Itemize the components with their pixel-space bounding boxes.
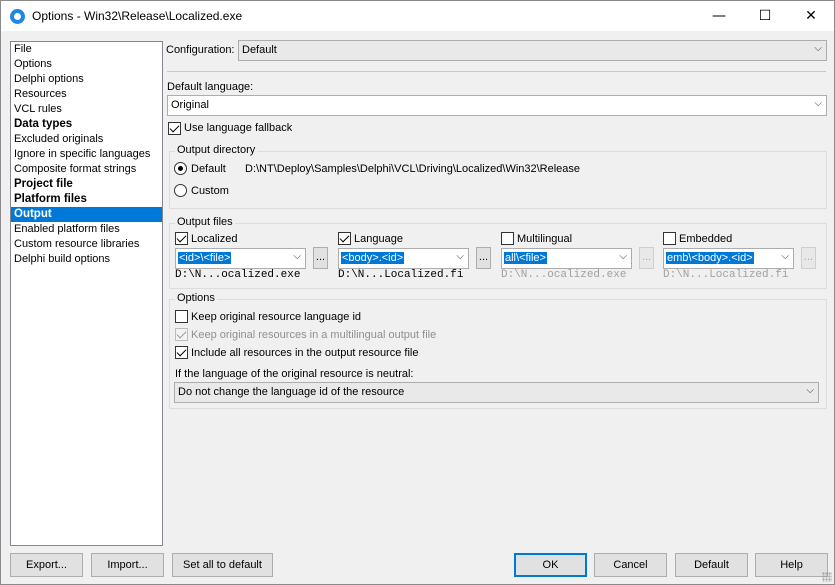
output-directory-title: Output directory bbox=[175, 144, 258, 156]
app-icon bbox=[10, 9, 25, 24]
chevron-down-icon: ⌵ bbox=[814, 98, 822, 109]
neutral-language-select[interactable]: Do not change the language id of the res… bbox=[174, 382, 819, 403]
options-dialog: Options - Win32\Release\Localized.exe — … bbox=[0, 0, 835, 585]
multilingual-output-path: D:\N...ocalized.exe bbox=[501, 269, 627, 281]
embedded-checkbox[interactable] bbox=[663, 232, 676, 245]
language-checkbox[interactable] bbox=[338, 232, 351, 245]
multilingual-pattern-select[interactable]: all\<file> ⌵ bbox=[501, 248, 632, 269]
nav-item-vcl-rules[interactable]: VCL rules bbox=[11, 102, 162, 117]
configuration-select[interactable]: Default ⌵ bbox=[238, 40, 827, 61]
keep-language-id-label: Keep original resource language id bbox=[191, 311, 362, 323]
multilingual-pattern-value: all\<file> bbox=[504, 252, 547, 264]
nav-item-delphi-build-options[interactable]: Delphi build options bbox=[11, 252, 162, 267]
chevron-down-icon: ⌵ bbox=[293, 251, 301, 262]
options-category-list[interactable]: File Options Delphi options Resources VCL ru… bbox=[10, 41, 163, 546]
localized-output-path: D:\N...ocalized.exe bbox=[175, 269, 301, 281]
default-language-select[interactable]: Original ⌵ bbox=[167, 95, 827, 116]
chevron-down-icon: ⌵ bbox=[814, 43, 822, 54]
nav-item-excluded-originals[interactable]: Excluded originals bbox=[11, 132, 162, 147]
neutral-language-value: Do not change the language id of the res… bbox=[178, 386, 405, 398]
language-output-path: D:\N...Localized.fi bbox=[338, 269, 464, 281]
language-browse-button[interactable]: ... bbox=[476, 247, 491, 269]
multilingual-label: Multilingual bbox=[517, 233, 573, 245]
custom-directory-label: Custom bbox=[191, 185, 229, 197]
custom-directory-radio[interactable] bbox=[174, 184, 187, 197]
output-files-title: Output files bbox=[175, 216, 235, 228]
multilingual-checkbox[interactable] bbox=[501, 232, 514, 245]
chevron-down-icon: ⌵ bbox=[619, 251, 627, 262]
nav-item-file[interactable]: File bbox=[11, 42, 162, 57]
default-directory-path: D:\NT\Deploy\Samples\Delphi\VCL\Driving\… bbox=[245, 163, 581, 175]
export-button[interactable]: Export... bbox=[10, 553, 83, 577]
close-button[interactable]: ✕ bbox=[788, 1, 834, 31]
include-all-resources-checkbox[interactable] bbox=[175, 346, 188, 359]
embedded-pattern-value: emb\<body>.<id> bbox=[666, 252, 754, 264]
title-bar[interactable]: Options - Win32\Release\Localized.exe — … bbox=[1, 1, 834, 31]
localized-label: Localized bbox=[191, 233, 238, 245]
nav-item-resources[interactable]: Resources bbox=[11, 87, 162, 102]
output-directory-group bbox=[169, 151, 827, 209]
language-label: Language bbox=[354, 233, 403, 245]
localized-checkbox[interactable] bbox=[175, 232, 188, 245]
configuration-value: Default bbox=[242, 44, 277, 56]
resize-grip-icon[interactable] bbox=[822, 572, 832, 582]
nav-item-enabled-platform-files[interactable]: Enabled platform files bbox=[11, 222, 162, 237]
chevron-down-icon: ⌵ bbox=[806, 385, 814, 396]
options-title: Options bbox=[175, 292, 217, 304]
minimize-button[interactable]: — bbox=[696, 1, 742, 31]
nav-item-data-types[interactable]: Data types bbox=[11, 117, 162, 132]
include-all-resources-label: Include all resources in the output reso… bbox=[191, 347, 419, 359]
language-pattern-select[interactable]: <body>.<id> ⌵ bbox=[338, 248, 469, 269]
chevron-down-icon: ⌵ bbox=[781, 251, 789, 262]
set-all-default-button[interactable]: Set all to default bbox=[172, 553, 273, 577]
default-language-value: Original bbox=[171, 99, 209, 111]
multilingual-browse-button[interactable]: ... bbox=[639, 247, 654, 269]
language-pattern-value: <body>.<id> bbox=[341, 252, 405, 264]
keep-multilingual-checkbox[interactable] bbox=[175, 328, 188, 341]
import-button[interactable]: Import... bbox=[91, 553, 164, 577]
keep-multilingual-label: Keep original resources in a multilingua… bbox=[191, 329, 437, 341]
default-directory-radio[interactable] bbox=[174, 162, 187, 175]
nav-item-output[interactable]: Output bbox=[11, 207, 162, 222]
ok-button[interactable]: OK bbox=[514, 553, 587, 577]
window-title: Options - Win32\Release\Localized.exe bbox=[32, 9, 243, 23]
keep-language-id-checkbox[interactable] bbox=[175, 310, 188, 323]
nav-item-delphi-options[interactable]: Delphi options bbox=[11, 72, 162, 87]
neutral-language-label: If the language of the original resource… bbox=[175, 368, 414, 380]
default-directory-label: Default bbox=[191, 163, 226, 175]
nav-item-custom-resource-libraries[interactable]: Custom resource libraries bbox=[11, 237, 162, 252]
cancel-button[interactable]: Cancel bbox=[594, 553, 667, 577]
configuration-label: Configuration: bbox=[166, 44, 235, 56]
nav-item-composite-format-strings[interactable]: Composite format strings bbox=[11, 162, 162, 177]
localized-browse-button[interactable]: ... bbox=[313, 247, 328, 269]
maximize-button[interactable]: ☐ bbox=[742, 1, 788, 31]
embedded-pattern-select[interactable]: emb\<body>.<id> ⌵ bbox=[663, 248, 794, 269]
embedded-label: Embedded bbox=[679, 233, 733, 245]
nav-item-options[interactable]: Options bbox=[11, 57, 162, 72]
localized-pattern-select[interactable]: <id>\<file> ⌵ bbox=[175, 248, 306, 269]
localized-pattern-value: <id>\<file> bbox=[178, 252, 232, 264]
divider bbox=[167, 71, 826, 72]
chevron-down-icon: ⌵ bbox=[456, 251, 464, 262]
use-language-fallback-checkbox[interactable] bbox=[168, 122, 181, 135]
nav-item-ignore-in-specific-languages[interactable]: Ignore in specific languages bbox=[11, 147, 162, 162]
nav-item-project-file[interactable]: Project file bbox=[11, 177, 162, 192]
default-button[interactable]: Default bbox=[675, 553, 748, 577]
nav-item-platform-files[interactable]: Platform files bbox=[11, 192, 162, 207]
embedded-browse-button[interactable]: ... bbox=[801, 247, 816, 269]
embedded-output-path: D:\N...Localized.fi bbox=[663, 269, 789, 281]
use-language-fallback-label: Use language fallback bbox=[184, 122, 293, 134]
default-language-label: Default language: bbox=[167, 81, 254, 93]
help-button[interactable]: Help bbox=[755, 553, 828, 577]
